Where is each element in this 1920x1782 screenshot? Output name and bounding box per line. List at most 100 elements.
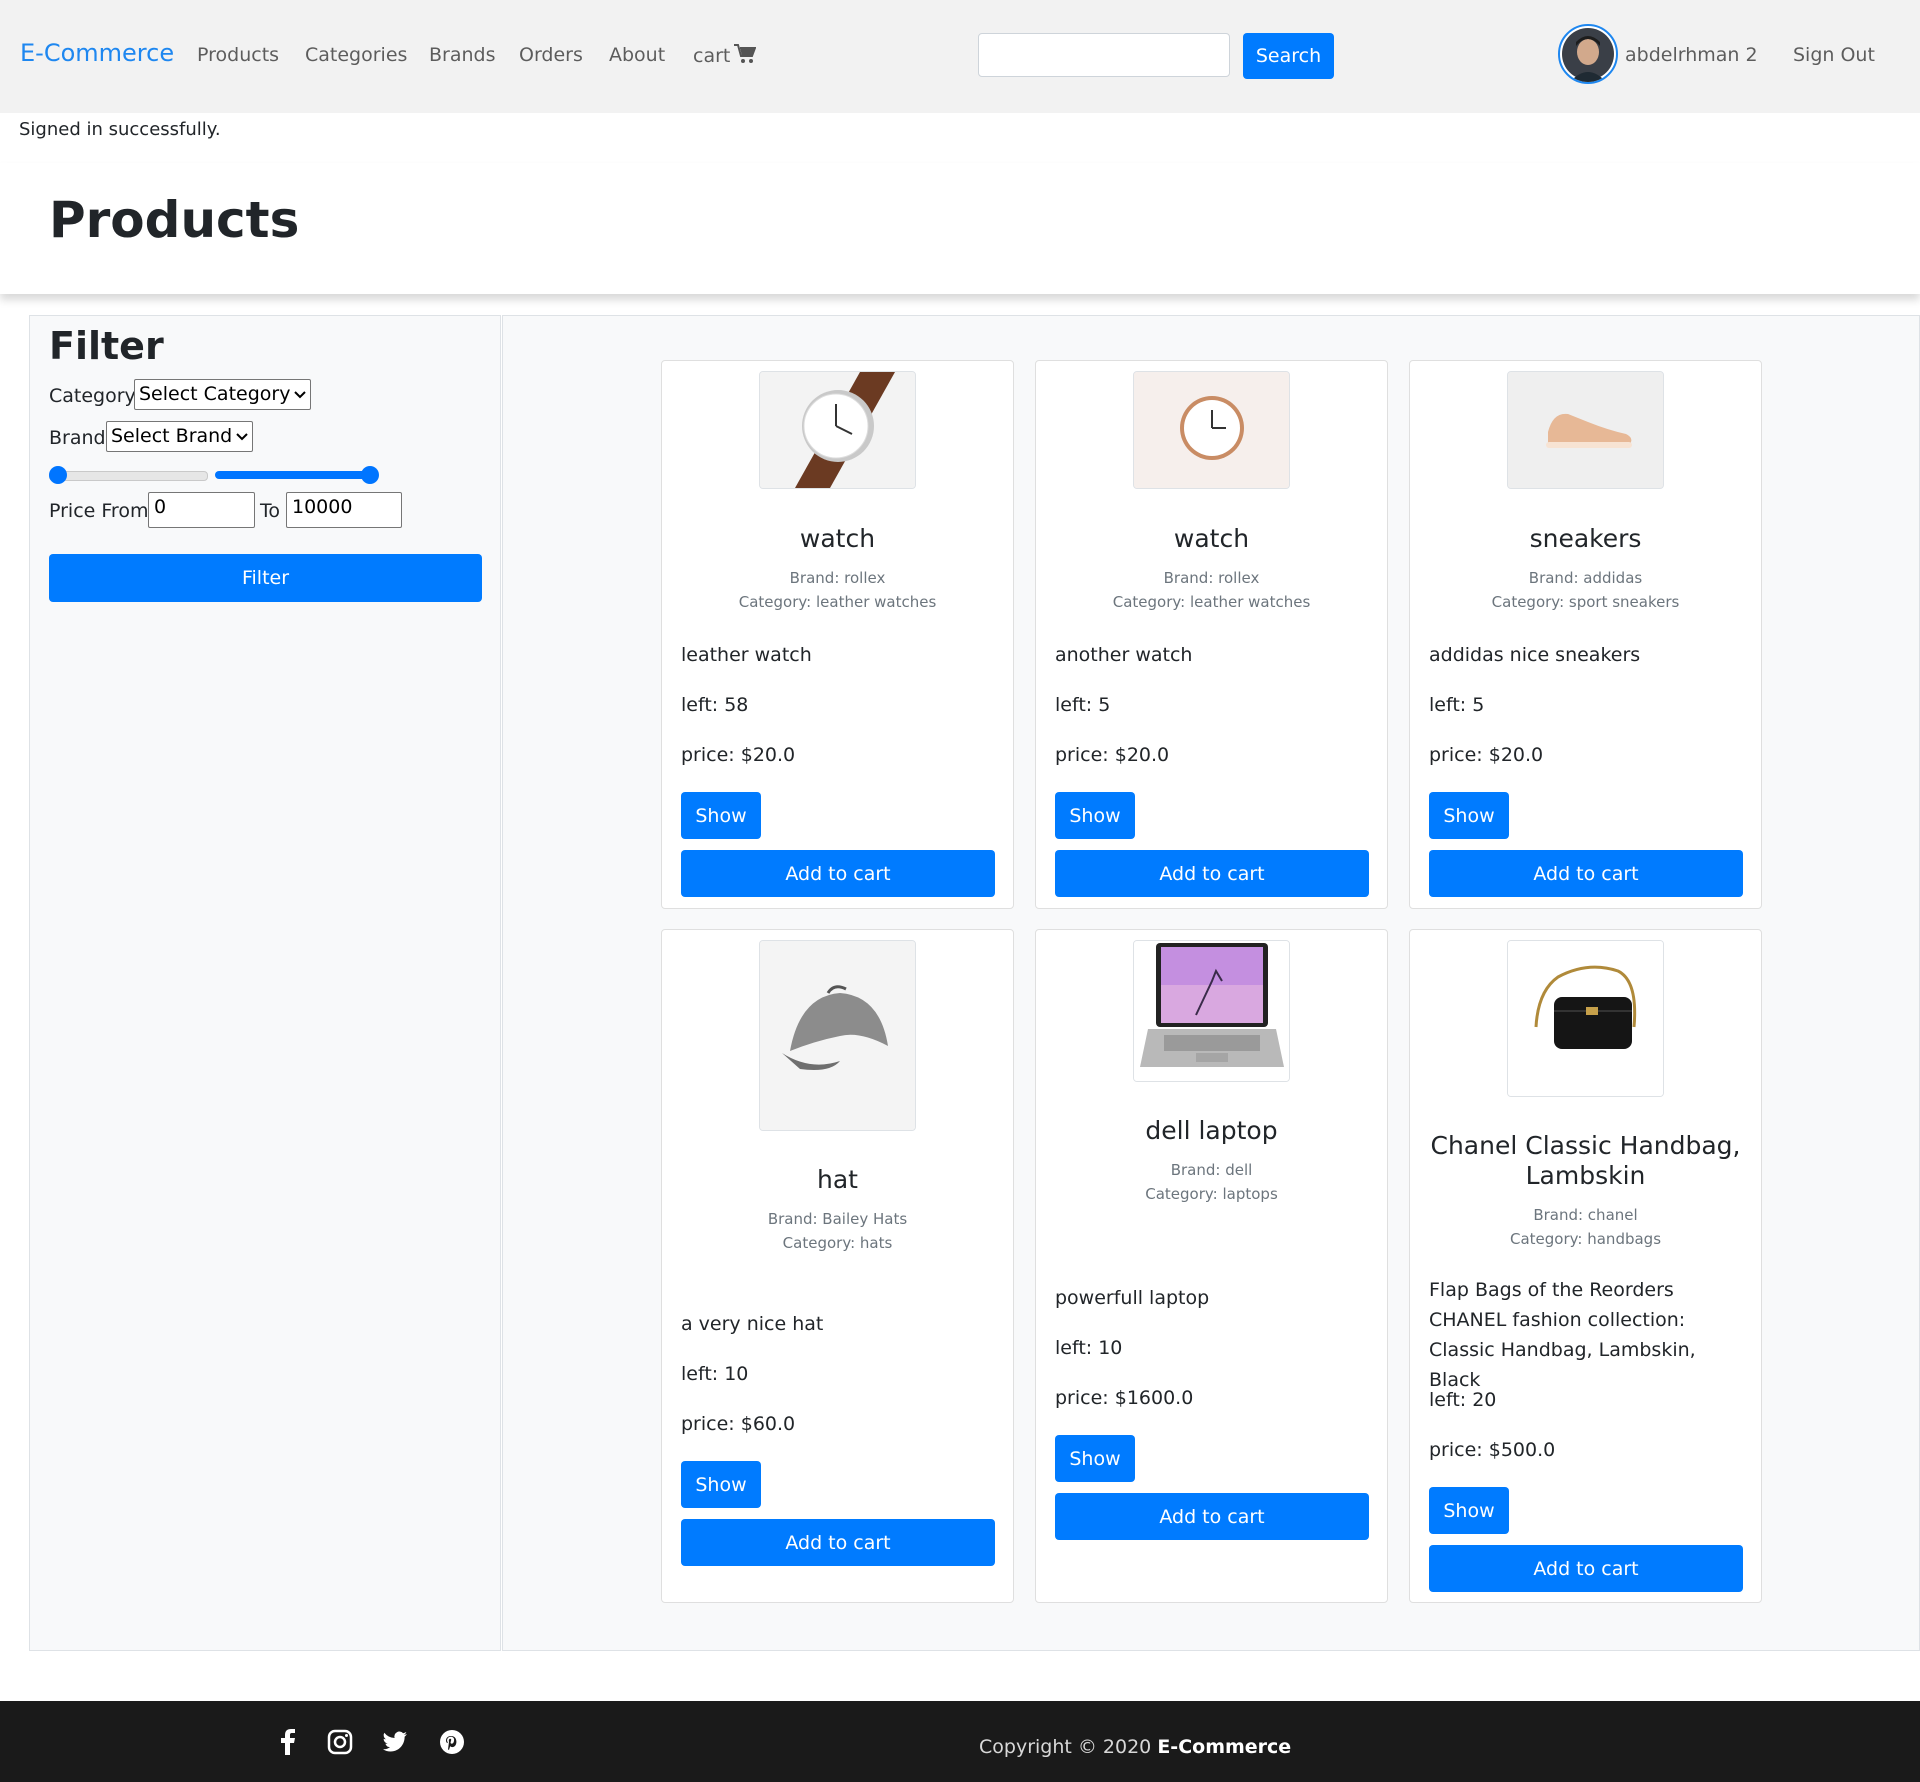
nav-link-brands[interactable]: Brands — [429, 44, 496, 66]
instagram-icon[interactable] — [327, 1729, 353, 1755]
page-title: Products — [49, 191, 300, 249]
product-price: price: $20.0 — [1055, 744, 1170, 766]
price-from-input[interactable]: 0 — [148, 492, 255, 528]
search-button[interactable]: Search — [1243, 33, 1334, 79]
page-header: Products — [0, 163, 1920, 294]
filter-title: Filter — [49, 324, 164, 368]
product-price: price: $500.0 — [1429, 1439, 1556, 1461]
nav-link-cart[interactable]: cart — [693, 44, 757, 69]
handbag-icon — [1508, 941, 1663, 1096]
add-to-cart-button[interactable]: Add to cart — [1055, 850, 1369, 897]
product-card: dell laptop Brand: dell Category: laptop… — [1035, 929, 1388, 1603]
products-panel: watch Brand: rollex Category: leather wa… — [502, 315, 1920, 1651]
product-title: sneakers — [1529, 524, 1642, 553]
price-to-label: To — [260, 500, 281, 522]
product-image[interactable] — [1133, 371, 1290, 489]
add-to-cart-button[interactable]: Add to cart — [1429, 850, 1743, 897]
product-brand: Brand: chanel — [1533, 1206, 1638, 1224]
nav-link-products[interactable]: Products — [197, 44, 279, 66]
chevron-down-icon — [294, 382, 307, 404]
filter-button[interactable]: Filter — [49, 554, 482, 602]
product-price: price: $20.0 — [1429, 744, 1544, 766]
product-card: watch Brand: rollex Category: leather wa… — [661, 360, 1014, 909]
product-category: Category: sport sneakers — [1491, 593, 1680, 611]
category-select-value: Select Category — [139, 383, 291, 405]
show-button[interactable]: Show — [1055, 1435, 1135, 1482]
brand-link[interactable]: E-Commerce — [20, 39, 174, 67]
cart-label: cart — [693, 45, 731, 67]
product-brand: Brand: addidas — [1528, 569, 1643, 587]
chevron-down-icon — [236, 424, 248, 446]
search-input[interactable] — [978, 33, 1230, 77]
product-brand: Brand: rollex — [789, 569, 886, 587]
watch-icon — [760, 372, 915, 488]
product-image[interactable] — [1133, 940, 1290, 1082]
product-title: dell laptop — [1145, 1116, 1278, 1145]
product-title: hat — [817, 1165, 858, 1194]
nav-link-orders[interactable]: Orders — [519, 44, 583, 66]
price-min-slider-track[interactable] — [49, 471, 208, 481]
brand-select[interactable]: Select Brand — [106, 421, 254, 452]
product-image[interactable] — [759, 371, 916, 489]
product-stock: left: 10 — [1055, 1337, 1123, 1359]
avatar[interactable] — [1558, 24, 1618, 84]
product-stock: left: 58 — [681, 694, 749, 716]
show-button[interactable]: Show — [1429, 792, 1509, 839]
show-button[interactable]: Show — [1055, 792, 1135, 839]
product-stock: left: 5 — [1055, 694, 1111, 716]
product-stock: left: 5 — [1429, 694, 1485, 716]
category-select[interactable]: Select Category — [134, 379, 312, 410]
add-to-cart-button[interactable]: Add to cart — [681, 1519, 995, 1566]
price-to-input[interactable]: 10000 — [286, 492, 402, 528]
add-to-cart-button[interactable]: Add to cart — [1429, 1545, 1743, 1592]
product-title: Chanel Classic Handbag, Lambskin — [1430, 1131, 1741, 1190]
product-brand: Brand: dell — [1170, 1161, 1253, 1179]
product-category: Category: hats — [782, 1234, 893, 1252]
show-button[interactable]: Show — [681, 792, 761, 839]
product-stock: left: 20 — [1429, 1389, 1497, 1411]
copyright-brand: E-Commerce — [1157, 1736, 1292, 1758]
product-image[interactable] — [759, 940, 916, 1131]
filter-panel: Filter Category Select Category Brand Se… — [29, 315, 501, 1651]
category-label: Category — [49, 385, 136, 407]
hat-icon — [760, 941, 915, 1130]
product-card: hat Brand: Bailey Hats Category: hats a … — [661, 929, 1014, 1603]
product-card: sneakers Brand: addidas Category: sport … — [1409, 360, 1762, 909]
sign-out-link[interactable]: Sign Out — [1793, 44, 1875, 66]
facebook-icon[interactable] — [275, 1729, 301, 1755]
pinterest-icon[interactable] — [439, 1729, 465, 1755]
price-max-slider-track[interactable] — [215, 471, 372, 479]
product-description: a very nice hat — [681, 1313, 824, 1335]
product-description: addidas nice sneakers — [1429, 644, 1641, 666]
user-photo-icon — [1562, 28, 1614, 82]
product-category: Category: leather watches — [738, 593, 937, 611]
add-to-cart-button[interactable]: Add to cart — [681, 850, 995, 897]
product-description: another watch — [1055, 644, 1193, 666]
cart-icon — [734, 44, 757, 69]
nav-link-about[interactable]: About — [609, 44, 665, 66]
product-description: Flap Bags of the Reorders CHANEL fashion… — [1429, 1279, 1696, 1391]
nav-link-categories[interactable]: Categories — [305, 44, 407, 66]
product-card: watch Brand: rollex Category: leather wa… — [1035, 360, 1388, 909]
brand-label: Brand — [49, 427, 106, 449]
show-button[interactable]: Show — [1429, 1487, 1509, 1534]
show-button[interactable]: Show — [681, 1461, 761, 1508]
brand-select-value: Select Brand — [111, 425, 233, 447]
product-title: watch — [799, 524, 876, 553]
username[interactable]: abdelrhman 2 — [1625, 44, 1758, 66]
price-min-slider-thumb[interactable] — [49, 466, 67, 484]
product-price: price: $1600.0 — [1055, 1387, 1194, 1409]
product-category: Category: leather watches — [1112, 593, 1311, 611]
navbar: E-Commerce Products Categories Brands Or… — [0, 0, 1920, 113]
price-max-slider-thumb[interactable] — [361, 466, 379, 484]
product-title: watch — [1173, 524, 1250, 553]
product-description: leather watch — [681, 644, 812, 666]
price-from-label: Price From — [49, 500, 149, 522]
clock-icon — [1134, 372, 1289, 488]
product-category: Category: handbags — [1509, 1230, 1662, 1248]
product-image[interactable] — [1507, 371, 1664, 489]
twitter-icon[interactable] — [382, 1729, 408, 1755]
product-image[interactable] — [1507, 940, 1664, 1097]
add-to-cart-button[interactable]: Add to cart — [1055, 1493, 1369, 1540]
footer: Copyright © 2020 E-Commerce — [0, 1701, 1920, 1782]
